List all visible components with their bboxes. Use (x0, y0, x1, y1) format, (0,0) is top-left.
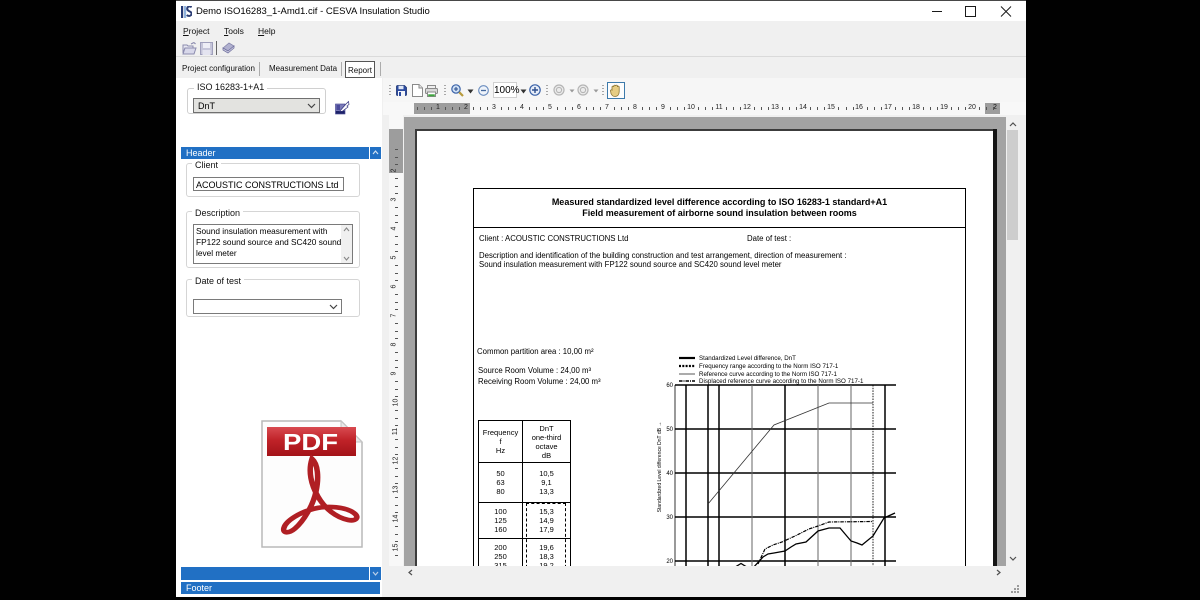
svg-text:Standardized Level difference,: Standardized Level difference, DnT (699, 355, 796, 362)
svg-text:40: 40 (666, 471, 673, 477)
svg-text:PDF: PDF (283, 429, 338, 455)
svg-text:20: 20 (666, 559, 673, 565)
svg-text:30: 30 (666, 515, 673, 521)
svg-text:Displaced reference curve acc: Displaced reference curve according to t… (699, 378, 864, 385)
svg-text:Reference curve according to: Reference curve according to the Norm IS… (699, 371, 837, 378)
svg-text:60: 60 (666, 383, 673, 389)
svg-text:Frequency range according to t: Frequency range according to the Norm IS… (699, 363, 839, 370)
svg-text:Standardized Level difference: Standardized Level difference DnT dB → (657, 422, 663, 513)
svg-text:50: 50 (666, 427, 673, 433)
